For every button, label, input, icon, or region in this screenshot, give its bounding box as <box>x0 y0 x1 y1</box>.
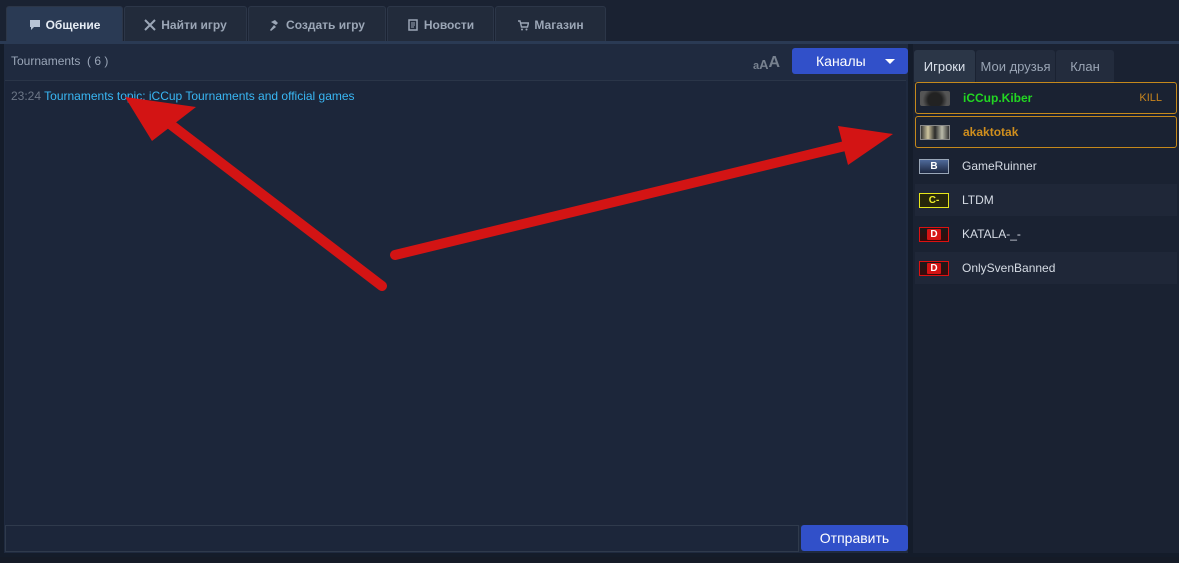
player-name: GameRuinner <box>962 159 1037 173</box>
player-avatar <box>920 124 950 140</box>
send-button[interactable]: Отправить <box>801 525 908 551</box>
font-medium-glyph: A <box>759 57 769 72</box>
chat-icon <box>29 19 41 31</box>
hammer-icon <box>269 19 281 31</box>
rank-letter: D <box>927 262 941 274</box>
tab-clan[interactable]: Клан <box>1056 50 1114 82</box>
tab-label: Магазин <box>534 17 584 32</box>
tab-label: Создать игру <box>286 17 365 32</box>
crossed-swords-icon <box>144 18 156 31</box>
tab-label: Новости <box>423 17 475 32</box>
player-name: akaktotak <box>963 125 1019 139</box>
newspaper-icon <box>407 18 419 31</box>
tab-players[interactable]: Игроки <box>914 50 975 82</box>
chat-message: 23:24 Tournaments topic: iCCup Tournamen… <box>11 89 355 103</box>
rank-icon: C- <box>919 192 949 208</box>
players-panel: Игроки Мои друзья Клан iCCup.Kiber KILL … <box>913 44 1179 553</box>
tab-shop[interactable]: Магазин <box>495 6 606 42</box>
tab-create-game[interactable]: Создать игру <box>248 6 386 42</box>
tab-news[interactable]: Новости <box>387 6 494 42</box>
message-time: 23:24 <box>11 89 42 103</box>
cart-icon <box>517 19 530 31</box>
channel-header: Tournaments ( 6 ) <box>11 54 108 68</box>
player-row[interactable]: D KATALA-_- <box>915 218 1177 250</box>
chevron-down-icon <box>885 59 895 64</box>
player-row[interactable]: akaktotak <box>915 116 1177 148</box>
player-name: OnlySvenBanned <box>962 261 1056 275</box>
player-row[interactable]: iCCup.Kiber KILL <box>915 82 1177 114</box>
player-name: KATALA-_- <box>962 227 1021 241</box>
bottom-border <box>0 557 1179 563</box>
rank-icon: D <box>919 260 949 276</box>
message-text[interactable]: Tournaments topic: iCCup Tournaments and… <box>44 89 354 103</box>
font-large-glyph: A <box>768 54 781 71</box>
channels-label: Каналы <box>816 53 866 69</box>
chat-log[interactable]: 23:24 Tournaments topic: iCCup Tournamen… <box>5 80 906 525</box>
rank-icon: B <box>919 158 949 174</box>
rank-letter: D <box>927 228 941 240</box>
rank-icon: D <box>919 226 949 242</box>
player-name: iCCup.Kiber <box>963 91 1033 105</box>
tab-label: Общение <box>45 17 101 32</box>
channels-dropdown-button[interactable]: Каналы <box>792 48 908 74</box>
font-size-toggle[interactable]: a A A <box>753 54 780 72</box>
channel-name: Tournaments <box>11 54 81 68</box>
tab-label: Найти игру <box>161 17 227 32</box>
player-row[interactable]: C- LTDM <box>915 184 1177 216</box>
tab-chat[interactable]: Общение <box>6 6 123 42</box>
player-row[interactable]: D OnlySvenBanned <box>915 252 1177 284</box>
message-input[interactable] <box>5 525 799 552</box>
player-avatar <box>920 90 950 106</box>
chat-panel: Tournaments ( 6 ) a A A Каналы 23:24 Tou… <box>4 44 908 553</box>
player-row[interactable]: B GameRuinner <box>915 150 1177 182</box>
user-count: ( 6 ) <box>87 54 109 68</box>
tab-find-game[interactable]: Найти игру <box>124 6 247 42</box>
tab-friends[interactable]: Мои друзья <box>976 50 1055 82</box>
players-list: iCCup.Kiber KILL akaktotak B GameRuinner… <box>913 82 1179 553</box>
main-tab-bar: Общение Найти игру Создать игру Новости … <box>0 0 1179 42</box>
player-name: LTDM <box>962 193 994 207</box>
kill-badge: KILL <box>1139 92 1162 104</box>
